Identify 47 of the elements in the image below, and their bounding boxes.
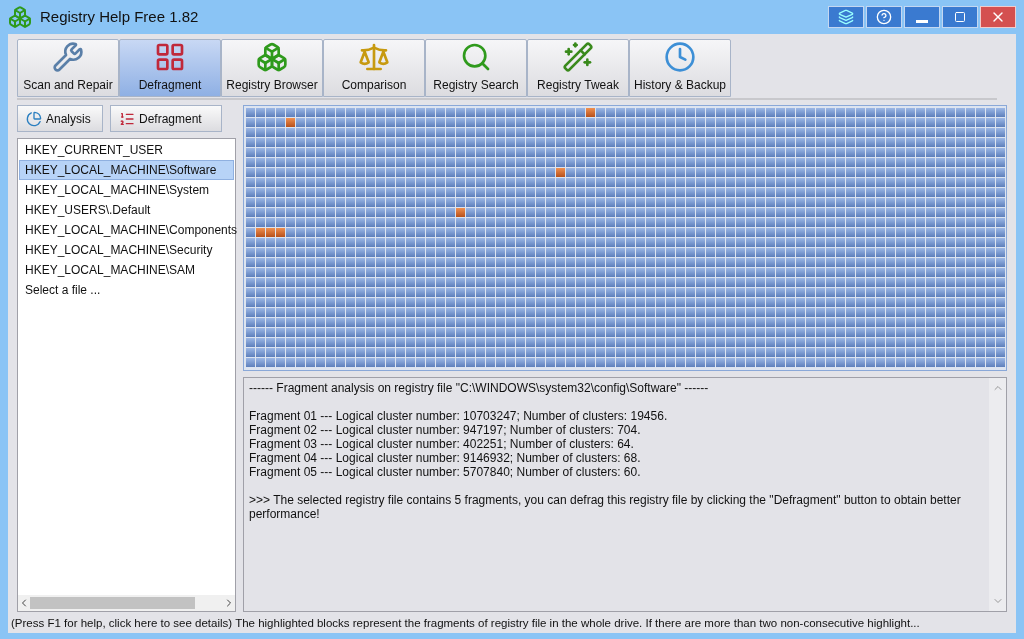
- tab[interactable]: Registry Browser: [221, 39, 323, 97]
- list-item[interactable]: HKEY_LOCAL_MACHINE\SAM: [19, 260, 234, 280]
- window-title: Registry Help Free 1.82: [40, 6, 199, 27]
- windows-button[interactable]: [828, 6, 864, 28]
- tab[interactable]: Scan and Repair: [17, 39, 119, 97]
- tab[interactable]: Registry Tweak: [527, 39, 629, 97]
- list-item[interactable]: HKEY_LOCAL_MACHINE\System: [19, 180, 234, 200]
- maximize-button[interactable]: [942, 6, 978, 28]
- chart-icon: [26, 110, 42, 127]
- scale-icon: [358, 41, 390, 73]
- tab[interactable]: Registry Search: [425, 39, 527, 97]
- blocks-icon: [154, 41, 186, 73]
- search-icon: [460, 41, 492, 73]
- list-item[interactable]: HKEY_LOCAL_MACHINE\Software: [19, 160, 234, 180]
- help-icon: [876, 9, 892, 25]
- scroll-thumb[interactable]: [30, 597, 195, 609]
- close-button[interactable]: [980, 6, 1016, 28]
- fragment-line: Fragment 01 --- Logical cluster number: 10703247; Number of clusters: 19456.: [249, 409, 669, 423]
- list-item[interactable]: HKEY_LOCAL_MACHINE\Security: [19, 240, 234, 260]
- tab[interactable]: Comparison: [323, 39, 425, 97]
- maximize-icon: [954, 11, 966, 23]
- list-item[interactable]: Select a file ...: [19, 280, 234, 300]
- wand-icon: [562, 41, 594, 73]
- tab[interactable]: Defragment: [119, 39, 221, 97]
- clock-icon: [664, 41, 696, 73]
- minimize-icon: [916, 19, 928, 23]
- tab[interactable]: History & Backup: [629, 39, 731, 97]
- list-item[interactable]: HKEY_USERS\.Default: [19, 200, 234, 220]
- fragment-line: Fragment 03 --- Logical cluster number: 402251; Number of clusters: 64.: [249, 437, 635, 451]
- analysis-header: ------ Fragment analysis on registry file "C:\WINDOWS\system32\config\Software" ------: [249, 381, 710, 395]
- fragment-line: Fragment 05 --- Logical cluster number: 5707840; Number of clusters: 60.: [249, 465, 642, 479]
- cubes-icon: [256, 41, 288, 73]
- toolbar-button[interactable]: Analysis: [17, 105, 103, 132]
- status-bar[interactable]: (Press F1 for help, click here to see details) The highlighted blocks represent the fragments of registry file in the whole drive. If there are more than two non-consecutive highlight...: [11, 614, 1013, 633]
- minimize-button[interactable]: [904, 6, 940, 28]
- list-icon: [119, 110, 135, 127]
- vertical-scrollbar[interactable]: [989, 378, 1006, 611]
- wrench-icon: [52, 41, 84, 73]
- horizontal-scrollbar[interactable]: [18, 595, 235, 611]
- list-item[interactable]: HKEY_CURRENT_USER: [19, 140, 234, 160]
- help-button[interactable]: [866, 6, 902, 28]
- fragment-line: Fragment 04 --- Logical cluster number: 9146932; Number of clusters: 68.: [249, 451, 642, 465]
- toolbar-button[interactable]: Defragment: [110, 105, 222, 132]
- app-logo-icon: [8, 5, 32, 29]
- analysis-summary: >>> The selected registry file contains 5 fragments, you can defrag this registry file by clicking the "Defragment" button to obtain better performance!: [249, 493, 962, 521]
- layers-icon: [838, 9, 854, 25]
- fragment-line: Fragment 02 --- Logical cluster number: 947197; Number of clusters: 704.: [249, 423, 642, 437]
